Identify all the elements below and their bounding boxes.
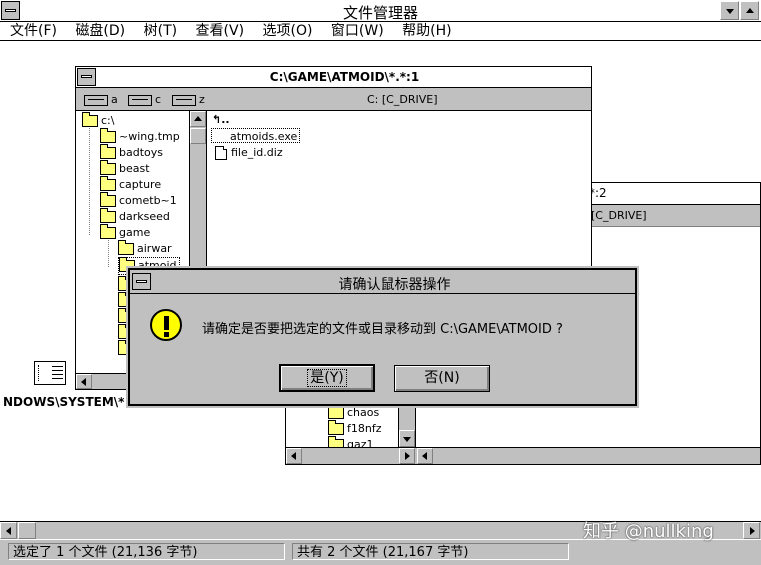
window1-drive-bar: a c z C: [C_DRIVE]	[76, 88, 591, 111]
main-title-bar: 文件管理器	[0, 0, 761, 22]
dialog-title: 请确认鼠标器操作	[338, 277, 451, 293]
tree-line	[108, 237, 109, 267]
window2-scroll-down-button[interactable]	[399, 430, 415, 447]
parent-dir-icon[interactable]: ↰..	[212, 113, 230, 126]
tree-line	[89, 125, 90, 235]
folder-icon	[100, 160, 116, 175]
yes-button[interactable]: 是(Y)	[279, 364, 375, 392]
window2-hscroll[interactable]	[286, 447, 760, 464]
window2-drive-label: [C_DRIVE]	[591, 209, 647, 222]
menu-view[interactable]: 查看(V)	[196, 23, 245, 39]
minimize-arrow-icon	[725, 8, 734, 14]
folder-open-icon	[82, 112, 98, 127]
exclamation-bar	[164, 316, 169, 330]
main-scroll-right-button[interactable]	[743, 522, 760, 539]
tree-item-darkseed[interactable]: darkseed	[100, 208, 170, 225]
drive-icon	[172, 94, 196, 106]
window2-scroll-left-button[interactable]	[286, 448, 302, 464]
file-item-atmoids-exe[interactable]: atmoids.exe	[211, 128, 301, 143]
main-scroll-left-button[interactable]	[0, 522, 17, 539]
folder-icon	[100, 176, 116, 191]
window2-files-scroll-left-button[interactable]	[417, 448, 433, 464]
file-item-file-id-diz[interactable]: file_id.diz	[215, 145, 283, 160]
maximize-arrow-icon	[745, 7, 754, 13]
scroll-left-arrow-icon	[5, 526, 11, 535]
folder-icon	[100, 128, 116, 143]
menu-help[interactable]: 帮助(H)	[402, 23, 451, 39]
dialog-system-menu-button[interactable]	[132, 273, 151, 290]
window1-system-menu-button[interactable]	[77, 68, 96, 86]
window1-scroll-thumb[interactable]	[190, 128, 206, 144]
tree-item-f18nfz[interactable]: f18nfz	[328, 420, 382, 437]
tree-item-wing-tmp[interactable]: ~wing.tmp	[100, 128, 180, 145]
menu-window[interactable]: 窗口(W)	[331, 23, 384, 39]
status-total: 共有 2 个文件 (21,167 字节)	[292, 543, 569, 560]
tree-window-icon	[38, 365, 50, 381]
folder-icon	[100, 144, 116, 159]
status-selected: 选定了 1 个文件 (21,136 字节)	[8, 543, 285, 560]
tree-item-badtoys[interactable]: badtoys	[100, 144, 163, 161]
window1-scroll-up-button[interactable]	[190, 111, 206, 127]
dialog-title-bar: 请确认鼠标器操作	[130, 270, 635, 294]
dialog-message: 请确定是否要把选定的文件或目录移动到 C:\GAME\ATMOID ?	[202, 322, 563, 337]
menu-disk[interactable]: 磁盘(D)	[75, 23, 125, 39]
drive-icon	[128, 94, 152, 106]
window1-title-bar: C:\GAME\ATMOID\*.*:1	[76, 67, 591, 88]
warning-icon	[150, 309, 182, 341]
menu-options[interactable]: 选项(O)	[263, 23, 313, 39]
drive-c[interactable]: c	[128, 93, 161, 106]
tree-item-cometb[interactable]: cometb~1	[100, 192, 177, 209]
tree-item-root[interactable]: c:\	[82, 112, 114, 129]
scroll-left-arrow-icon	[291, 452, 296, 460]
tree-item-capture[interactable]: capture	[100, 176, 161, 193]
scroll-down-arrow-icon	[403, 436, 411, 442]
folder-icon	[100, 208, 116, 223]
window1-scroll-left-button[interactable]	[76, 374, 92, 389]
window1-title: C:\GAME\ATMOID\*.*:1	[269, 70, 420, 84]
confirm-dialog[interactable]: 请确认鼠标器操作 请确定是否要把选定的文件或目录移动到 C:\GAME\ATMO…	[126, 266, 639, 408]
list-lines-icon	[52, 366, 63, 381]
tree-item-game[interactable]: game	[100, 224, 150, 241]
drive-a[interactable]: a	[84, 93, 118, 106]
folder-icon	[100, 192, 116, 207]
folder-icon	[118, 240, 134, 255]
exclamation-dot	[164, 332, 169, 337]
no-button[interactable]: 否(N)	[394, 365, 490, 392]
folder-icon	[328, 420, 344, 435]
scroll-left-arrow-icon	[81, 377, 86, 386]
minimized-window-icon[interactable]	[34, 361, 66, 385]
tree-item-airwar[interactable]: airwar	[118, 240, 172, 257]
menu-tree[interactable]: 树(T)	[144, 23, 177, 39]
maximize-button[interactable]	[740, 1, 759, 20]
scroll-right-arrow-icon	[749, 526, 755, 535]
main-scroll-thumb[interactable]	[18, 522, 36, 539]
menu-file[interactable]: 文件(F)	[10, 23, 57, 39]
window1-drive-label: C: [C_DRIVE]	[367, 93, 438, 106]
minimize-button[interactable]	[720, 1, 739, 20]
yes-button-label: 是(Y)	[307, 369, 347, 387]
scroll-right-arrow-icon	[405, 452, 410, 460]
window2-scroll-right-button[interactable]	[399, 448, 415, 464]
watermark: 知乎 @nullking	[583, 521, 714, 542]
folder-icon	[328, 404, 344, 419]
scroll-left-arrow-icon	[422, 452, 427, 460]
drive-z[interactable]: z	[172, 93, 205, 106]
menu-bar: 文件(F) 磁盘(D) 树(T) 查看(V) 选项(O) 窗口(W) 帮助(H)	[0, 22, 761, 41]
app-title: 文件管理器	[342, 4, 418, 22]
document-icon	[215, 146, 227, 160]
scroll-up-arrow-icon	[194, 116, 202, 121]
minimized-window-label: NDOWS\SYSTEM\*	[3, 395, 125, 409]
folder-open-icon	[100, 224, 116, 239]
tree-item-chaos[interactable]: chaos	[328, 404, 379, 421]
drive-icon	[84, 94, 108, 106]
no-button-label: 否(N)	[424, 370, 460, 386]
tree-item-beast[interactable]: beast	[100, 160, 150, 177]
